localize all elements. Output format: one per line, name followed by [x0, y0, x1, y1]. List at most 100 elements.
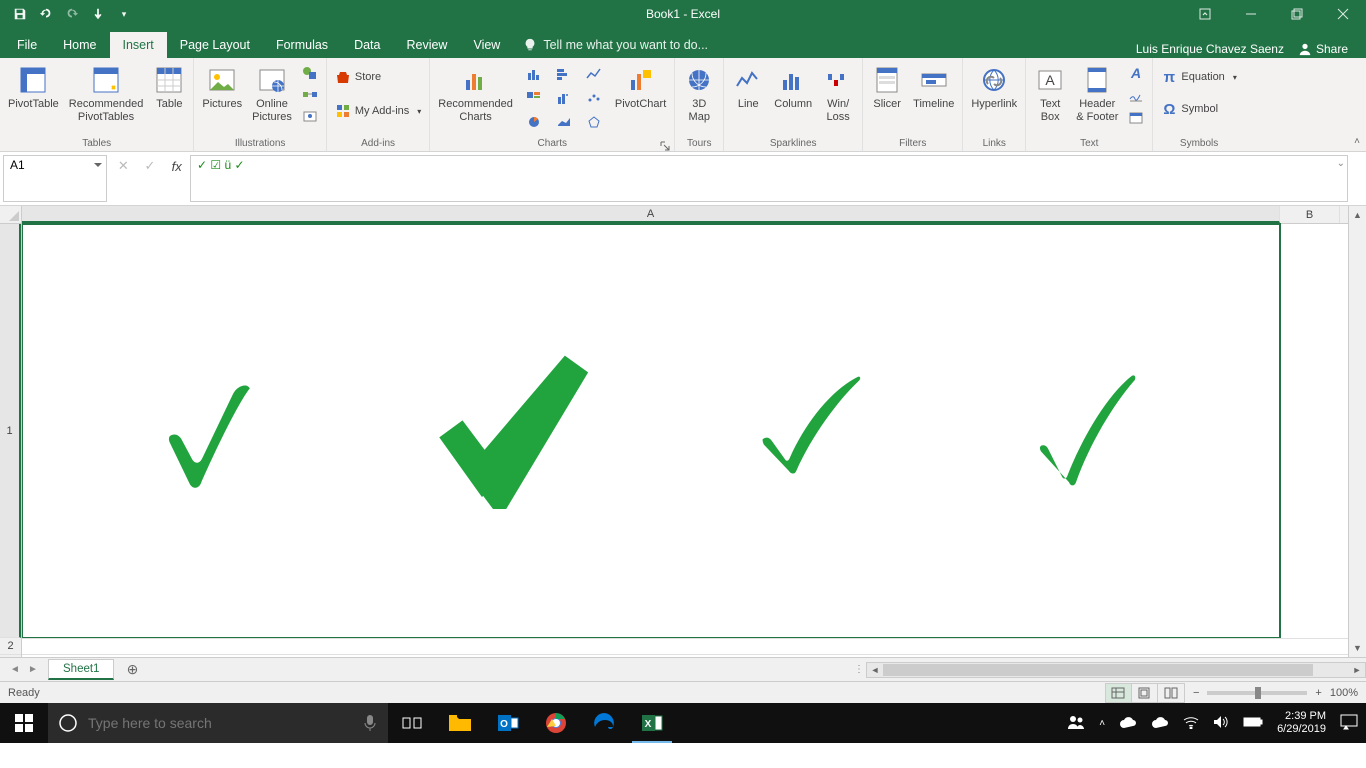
horizontal-scrollbar[interactable]: ◄ ► [866, 662, 1366, 678]
tab-home[interactable]: Home [50, 32, 109, 58]
pie-chart-button[interactable] [519, 110, 549, 134]
scroll-right-button[interactable]: ► [1349, 663, 1365, 677]
screenshot-button[interactable] [298, 106, 322, 128]
zoom-level[interactable]: 100% [1330, 687, 1358, 699]
tab-review[interactable]: Review [393, 32, 460, 58]
recommended-charts-button[interactable]: Recommended Charts [434, 62, 517, 125]
zoom-slider[interactable] [1207, 691, 1307, 695]
start-button[interactable] [0, 703, 48, 743]
page-layout-view-button[interactable] [1132, 684, 1158, 702]
my-addins-button[interactable]: My Add-ins▾ [331, 100, 425, 122]
battery-icon[interactable] [1243, 716, 1263, 731]
hscroll-thumb[interactable] [883, 664, 1313, 676]
volume-icon[interactable] [1213, 715, 1229, 732]
maximize-button[interactable] [1274, 0, 1320, 28]
tray-chevron-icon[interactable]: ˄ [1099, 718, 1105, 729]
line-chart-button[interactable] [579, 62, 609, 86]
scroll-left-button[interactable]: ◄ [867, 663, 883, 677]
taskbar-app-edge[interactable] [580, 703, 628, 743]
save-icon[interactable] [8, 2, 32, 26]
pivottable-button[interactable]: PivotTable [4, 62, 63, 113]
page-break-view-button[interactable] [1158, 684, 1184, 702]
new-sheet-button[interactable]: ⊕ [120, 660, 144, 680]
taskbar-app-outlook[interactable]: O [484, 703, 532, 743]
task-view-button[interactable] [388, 703, 436, 743]
timeline-button[interactable]: Timeline [909, 62, 958, 113]
cell-a1[interactable] [22, 224, 1280, 638]
taskbar-app-excel[interactable]: X [628, 703, 676, 743]
column-header-a[interactable]: A [22, 206, 1280, 223]
tab-page-layout[interactable]: Page Layout [167, 32, 263, 58]
undo-icon[interactable] [34, 2, 58, 26]
normal-view-button[interactable] [1106, 684, 1132, 702]
sheet-nav-first[interactable]: ◄ [6, 660, 24, 680]
action-center-icon[interactable] [1340, 714, 1358, 733]
ribbon-display-icon[interactable] [1182, 0, 1228, 28]
charts-dialog-launcher[interactable] [660, 138, 670, 148]
sparkline-line-button[interactable]: Line [728, 62, 768, 113]
tell-me-search[interactable]: Tell me what you want to do... [513, 32, 718, 58]
statistic-chart-button[interactable] [549, 86, 579, 110]
header-footer-button[interactable]: Header & Footer [1072, 62, 1122, 125]
tab-file[interactable]: File [4, 32, 50, 58]
tab-data[interactable]: Data [341, 32, 393, 58]
formula-input[interactable]: ✓ ☑ ü ✓ ⌄ [190, 155, 1348, 202]
surface-chart-button[interactable] [549, 110, 579, 134]
tab-formulas[interactable]: Formulas [263, 32, 341, 58]
enter-formula-button[interactable]: ✓ [139, 156, 161, 176]
people-icon[interactable] [1067, 713, 1085, 734]
table-button[interactable]: Table [149, 62, 189, 113]
online-pictures-button[interactable]: Online Pictures [248, 62, 296, 125]
collapse-ribbon-button[interactable]: ˄ [1354, 136, 1360, 147]
select-all-button[interactable] [0, 206, 21, 224]
bar-chart-button[interactable] [549, 62, 579, 86]
redo-icon[interactable] [60, 2, 84, 26]
taskbar-search-input[interactable] [88, 715, 352, 731]
taskbar-app-chrome[interactable] [532, 703, 580, 743]
symbol-button[interactable]: ΩSymbol [1157, 98, 1240, 120]
mic-icon[interactable] [362, 713, 378, 733]
sheet-nav-prev[interactable]: ► [24, 660, 42, 680]
textbox-button[interactable]: AText Box [1030, 62, 1070, 125]
cancel-formula-button[interactable]: ✕ [112, 156, 134, 176]
wordart-button[interactable]: A [1124, 62, 1148, 84]
expand-formula-bar-button[interactable]: ⌄ [1337, 158, 1345, 169]
zoom-in-button[interactable]: + [1315, 687, 1321, 699]
sheet-tab-sheet1[interactable]: Sheet1 [48, 659, 114, 680]
shapes-button[interactable] [298, 62, 322, 84]
row-header-1[interactable]: 1 [0, 224, 21, 638]
equation-button[interactable]: πEquation▾ [1157, 66, 1240, 88]
pictures-button[interactable]: Pictures [198, 62, 246, 113]
smartart-button[interactable] [298, 84, 322, 106]
tab-view[interactable]: View [460, 32, 513, 58]
insert-function-button[interactable]: fx [166, 156, 188, 176]
hyperlink-button[interactable]: Hyperlink [967, 62, 1021, 113]
radar-chart-button[interactable] [579, 110, 609, 134]
sparkline-winloss-button[interactable]: Win/ Loss [818, 62, 858, 125]
column-header-b[interactable]: B [1280, 206, 1340, 223]
user-name[interactable]: Luis Enrique Chavez Saenz [1136, 42, 1284, 56]
taskbar-clock[interactable]: 2:39 PM 6/29/2019 [1277, 710, 1326, 736]
store-button[interactable]: Store [331, 66, 425, 88]
taskbar-search[interactable] [48, 703, 388, 743]
column-chart-button[interactable] [519, 62, 549, 86]
tab-insert[interactable]: Insert [110, 32, 167, 58]
hierarchy-chart-button[interactable] [519, 86, 549, 110]
scroll-down-button[interactable]: ▼ [1349, 639, 1366, 657]
taskbar-app-explorer[interactable] [436, 703, 484, 743]
pivotchart-button[interactable]: PivotChart [611, 62, 670, 113]
vertical-scrollbar[interactable]: ▲ ▼ [1348, 206, 1366, 657]
name-box[interactable]: A1 [3, 155, 107, 202]
recommended-pivottables-button[interactable]: Recommended PivotTables [65, 62, 148, 125]
minimize-button[interactable] [1228, 0, 1274, 28]
close-button[interactable] [1320, 0, 1366, 28]
3d-map-button[interactable]: 3D Map [679, 62, 719, 125]
sparkline-column-button[interactable]: Column [770, 62, 816, 113]
scatter-chart-button[interactable] [579, 86, 609, 110]
row-header-2[interactable]: 2 [0, 638, 21, 655]
onedrive-icon-2[interactable] [1151, 716, 1169, 731]
scroll-up-button[interactable]: ▲ [1349, 206, 1366, 224]
slicer-button[interactable]: Slicer [867, 62, 907, 113]
touch-mode-icon[interactable] [86, 2, 110, 26]
qat-customize-icon[interactable]: ▾ [112, 2, 136, 26]
